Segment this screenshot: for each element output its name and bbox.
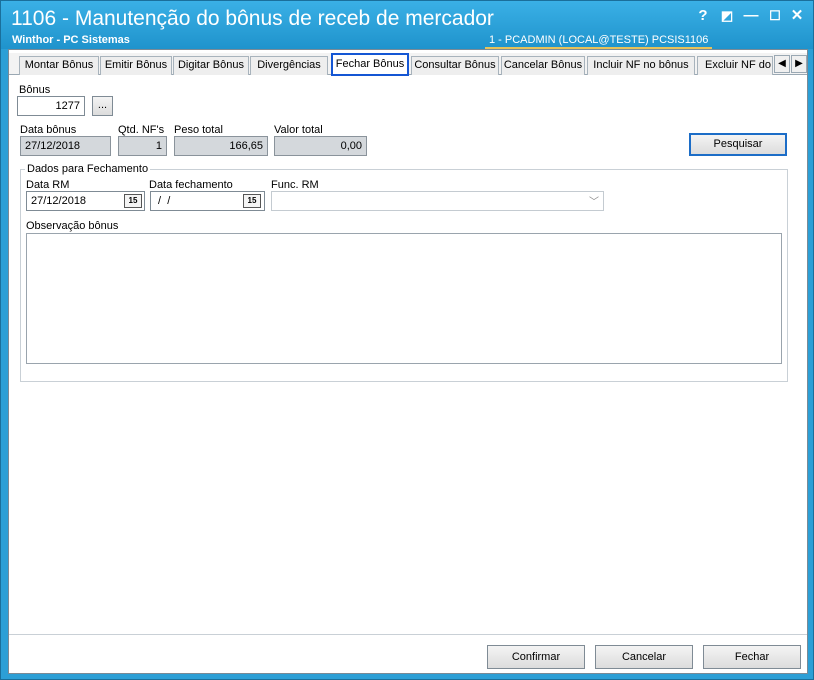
confirmar-button[interactable]: Confirmar [487,645,585,669]
tab-emitir-bonus[interactable]: Emitir Bônus [100,56,172,75]
func-rm-select[interactable] [271,191,604,211]
title-bar[interactable]: 1106 - Manutenção do bônus de receb de m… [1,1,813,49]
window-subtitle: Winthor - PC Sistemas [12,34,130,46]
tab-consultar-bonus[interactable]: Consultar Bônus [411,56,499,75]
fechar-bonus-panel: Bônus 1277 ... Data bônus 27/12/2018 Qtd… [10,76,807,634]
tab-excluir-nf[interactable]: Excluir NF do b [697,56,773,75]
bonus-label: Bônus [19,84,51,96]
qtd-nfs-field: 1 [118,136,167,156]
peso-total-label: Peso total [174,124,223,136]
tab-scroll-left-icon[interactable]: ◀ [774,55,790,73]
restore-icon[interactable]: ◩ [717,7,737,25]
footer-divider [9,634,807,635]
tab-strip: Montar Bônus Emitir Bônus Digitar Bônus … [9,53,807,76]
tab-montar-bonus[interactable]: Montar Bônus [19,56,99,75]
data-rm-label: Data RM [26,179,70,191]
user-session-info: 1 - PCADMIN (LOCAL@TESTE) PCSIS1106 [485,34,713,49]
tab-digitar-bonus[interactable]: Digitar Bônus [173,56,249,75]
peso-total-field: 166,65 [174,136,268,156]
window-title: 1106 - Manutenção do bônus de receb de m… [11,7,494,30]
tab-scroll-right-icon[interactable]: ▶ [791,55,807,73]
application-window: 1106 - Manutenção do bônus de receb de m… [0,0,814,680]
bonus-browse-button[interactable]: ... [92,96,113,116]
fechar-button[interactable]: Fechar [703,645,801,669]
help-icon[interactable]: ? [693,7,713,25]
data-rm-calendar-icon[interactable]: 15 [124,194,142,208]
minimize-icon[interactable]: — [741,7,761,25]
tab-fechar-bonus[interactable]: Fechar Bônus [331,53,409,76]
valor-total-field: 0,00 [274,136,367,156]
fechamento-group-title: Dados para Fechamento [25,163,151,175]
client-area: Montar Bônus Emitir Bônus Digitar Bônus … [8,49,808,674]
pesquisar-button[interactable]: Pesquisar [689,133,787,156]
qtd-nfs-label: Qtd. NF's [118,124,165,136]
close-icon[interactable]: ✕ [787,7,807,25]
data-bonus-label: Data bônus [20,124,77,136]
valor-total-label: Valor total [274,124,323,136]
observacao-label: Observação bônus [26,220,119,232]
bonus-input[interactable]: 1277 [17,96,85,116]
tab-cancelar-bonus[interactable]: Cancelar Bônus [501,56,585,75]
tab-divergencias[interactable]: Divergências [250,56,328,75]
data-bonus-field: 27/12/2018 [20,136,111,156]
cancelar-button[interactable]: Cancelar [595,645,693,669]
tab-incluir-nf[interactable]: Incluir NF no bônus [587,56,695,75]
maximize-icon[interactable]: ☐ [765,7,785,25]
data-fechamento-calendar-icon[interactable]: 15 [243,194,261,208]
func-rm-label: Func. RM [271,179,319,191]
observacao-textarea[interactable] [26,233,782,364]
chevron-down-icon[interactable]: ﹀ [589,193,599,208]
data-fechamento-label: Data fechamento [149,179,233,191]
